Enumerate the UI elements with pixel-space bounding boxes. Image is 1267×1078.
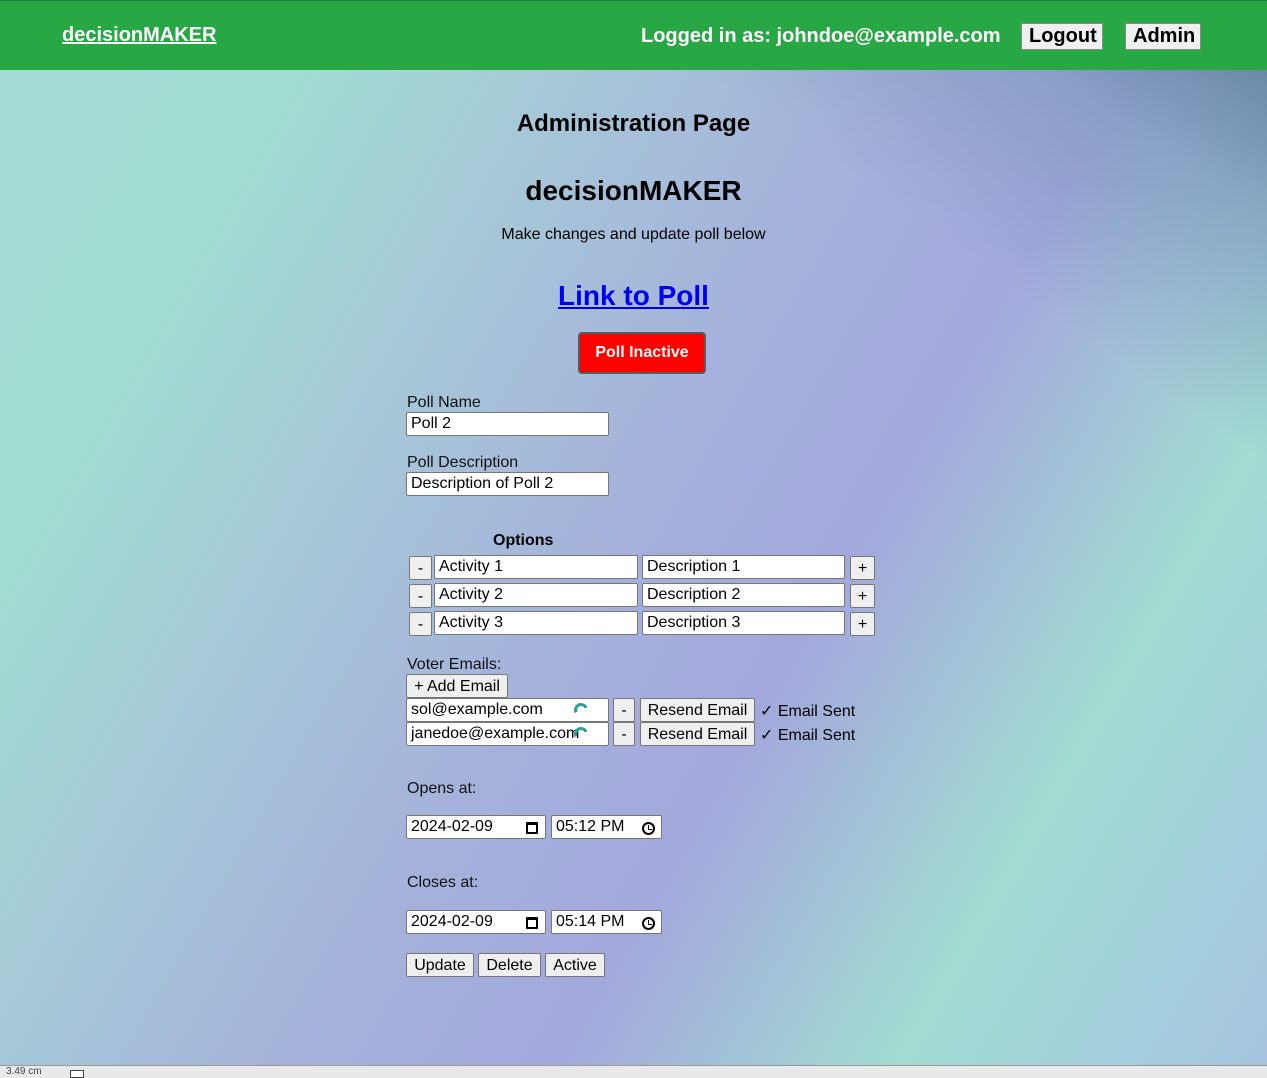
app-title: decisionMAKER xyxy=(525,175,742,206)
poll-link-container: Link to Poll xyxy=(0,280,1267,312)
calendar-icon[interactable] xyxy=(526,822,538,834)
closes-date-value: 2024-02-09 xyxy=(411,913,493,930)
poll-name-label: Poll Name xyxy=(407,394,481,411)
poll-status-button[interactable]: Poll Inactive xyxy=(578,332,706,374)
option-description-input[interactable]: Description 3 xyxy=(642,611,845,635)
poll-description-label: Poll Description xyxy=(407,454,519,471)
voter-email-value: janedoe@example.com xyxy=(411,725,580,742)
voter-emails-label: Voter Emails: xyxy=(407,656,502,673)
option-name-input[interactable]: Activity 3 xyxy=(434,611,638,635)
update-button[interactable]: Update xyxy=(406,953,474,977)
opens-time-value: 05:12 PM xyxy=(556,818,625,835)
option-description-input[interactable]: Description 1 xyxy=(642,555,845,579)
remove-email-button[interactable]: - xyxy=(613,722,635,746)
options-heading: Options xyxy=(493,532,554,549)
opens-time-input[interactable]: 05:12 PM xyxy=(551,815,662,839)
email-sent-status: ✓ Email Sent xyxy=(760,727,856,744)
remove-option-button[interactable]: - xyxy=(409,584,432,608)
page-subtitle: Make changes and update poll below xyxy=(501,226,766,243)
clock-icon[interactable] xyxy=(642,917,655,930)
opens-date-value: 2024-02-09 xyxy=(411,818,493,835)
remove-email-button[interactable]: - xyxy=(613,698,635,722)
admin-button[interactable]: Admin xyxy=(1125,23,1201,50)
add-option-button[interactable]: + xyxy=(850,612,875,636)
add-option-button[interactable]: + xyxy=(850,584,875,608)
resend-email-button[interactable]: Resend Email xyxy=(640,722,755,746)
closes-date-input[interactable]: 2024-02-09 xyxy=(406,910,546,934)
voter-email-value: sol@example.com xyxy=(411,701,543,718)
delete-button[interactable]: Delete xyxy=(478,953,541,977)
option-name-input[interactable]: Activity 1 xyxy=(434,555,638,579)
status-bar: 3.49 cm xyxy=(0,1065,1267,1078)
top-navbar: decisionMAKER Logged in as: johndoe@exam… xyxy=(0,0,1267,70)
status-bar-icon xyxy=(70,1070,84,1078)
active-button[interactable]: Active xyxy=(545,953,605,977)
logout-button[interactable]: Logout xyxy=(1021,23,1103,50)
opens-date-input[interactable]: 2024-02-09 xyxy=(406,815,546,839)
link-to-poll[interactable]: Link to Poll xyxy=(558,280,709,311)
option-description-input[interactable]: Description 2 xyxy=(642,583,845,607)
calendar-icon[interactable] xyxy=(526,917,538,929)
brand-link[interactable]: decisionMAKER xyxy=(62,24,216,47)
clock-icon[interactable] xyxy=(642,822,655,835)
voter-email-input[interactable]: sol@example.com xyxy=(406,698,609,722)
add-option-button[interactable]: + xyxy=(850,556,875,580)
resend-email-button[interactable]: Resend Email xyxy=(640,698,755,722)
page-title: Administration Page xyxy=(516,110,751,137)
add-email-button[interactable]: + Add Email xyxy=(406,674,508,698)
closes-at-label: Closes at: xyxy=(407,874,479,891)
option-name-input[interactable]: Activity 2 xyxy=(434,583,638,607)
opens-at-label: Opens at: xyxy=(407,780,477,797)
remove-option-button[interactable]: - xyxy=(409,556,432,580)
voter-email-input[interactable]: janedoe@example.com xyxy=(406,722,609,746)
status-bar-text: 3.49 cm xyxy=(6,1066,42,1077)
remove-option-button[interactable]: - xyxy=(409,612,432,636)
poll-name-input[interactable]: Poll 2 xyxy=(406,412,609,436)
closes-time-input[interactable]: 05:14 PM xyxy=(551,910,662,934)
email-sent-status: ✓ Email Sent xyxy=(760,703,856,720)
closes-time-value: 05:14 PM xyxy=(556,913,625,930)
poll-description-input[interactable]: Description of Poll 2 xyxy=(406,472,609,496)
loading-spinner-icon xyxy=(572,701,590,719)
logged-in-text: Logged in as: johndoe@example.com xyxy=(641,25,1001,47)
